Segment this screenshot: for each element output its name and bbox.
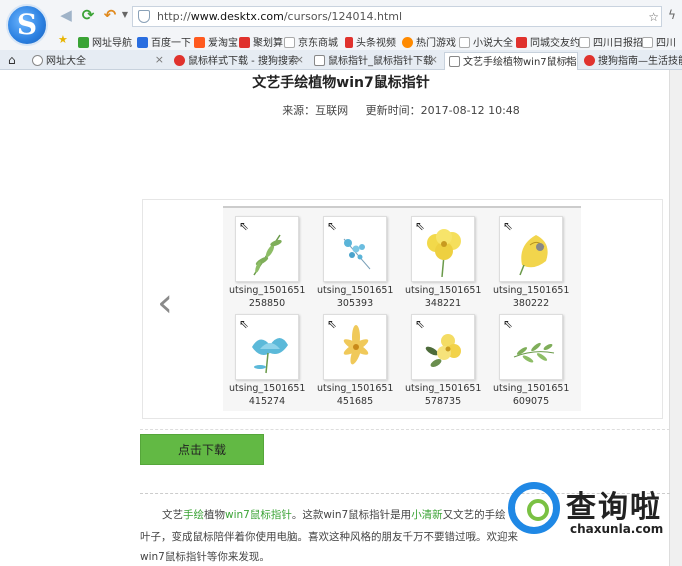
bookmark-item[interactable]: 爱淘宝 bbox=[194, 34, 238, 49]
cursor-thumbnail[interactable]: ⇖ bbox=[235, 314, 299, 380]
chevron-left-icon[interactable]: ‹ bbox=[157, 280, 173, 326]
blue-lotus-icon bbox=[252, 338, 288, 374]
bookmark-bar: ★ 网址导航 百度一下 爱淘宝 聚划算 京东商城 头条视频 热门游戏 小说大全 … bbox=[0, 32, 682, 50]
bookmark-item[interactable]: 四川 bbox=[642, 34, 676, 49]
link-fresh[interactable]: 小清新 bbox=[411, 509, 443, 521]
gallery-item[interactable]: ⇖ utsing_1501651 415274 bbox=[229, 314, 319, 414]
cursor-name: utsing_1501651 609075 bbox=[493, 383, 570, 407]
link-handdrawn[interactable]: 手绘 bbox=[183, 509, 204, 521]
link-win7-cursor[interactable]: win7鼠标指针 bbox=[225, 509, 292, 521]
yellow-lily-icon bbox=[343, 325, 369, 365]
article-paragraph-line3: win7鼠标指针等你来发现。 bbox=[140, 551, 270, 563]
divider bbox=[140, 429, 670, 430]
article-meta: 来源：互联网 更新时间：2017-08-12 10:48 bbox=[0, 102, 682, 118]
download-button[interactable]: 点击下载 bbox=[140, 434, 264, 465]
cursor-name: utsing_1501651 415274 bbox=[229, 383, 306, 407]
cursor-thumbnail[interactable]: ⇖ bbox=[323, 216, 387, 282]
bookmark-item[interactable]: 四川日报招 bbox=[579, 34, 643, 49]
tab-3[interactable]: 文艺手绘植物win7鼠标指 × bbox=[444, 52, 578, 70]
close-icon[interactable]: × bbox=[295, 53, 304, 66]
watermark-text: 查询啦 bbox=[566, 490, 662, 525]
cursor-name: utsing_1501651 348221 bbox=[405, 285, 482, 309]
url-text: http://www.desktx.com/cursors/124014.htm… bbox=[157, 10, 403, 23]
gallery-item[interactable]: ⇖ utsing_1501651 348221 bbox=[405, 216, 495, 316]
cursor-thumbnail[interactable]: ⇖ bbox=[499, 216, 563, 282]
cursor-thumbnail[interactable]: ⇖ bbox=[411, 216, 475, 282]
cursor-name: utsing_1501651 305393 bbox=[317, 285, 394, 309]
tab-bar: ⌂ 网址大全 × 鼠标样式下载 - 搜狗搜索 × 鼠标指针_鼠标指针下载 × 文艺手绘… bbox=[0, 50, 682, 70]
bookmark-item[interactable]: 网址导航 bbox=[78, 34, 132, 49]
yellow-daisy-icon bbox=[425, 334, 461, 367]
bookmark-item[interactable]: 头条视频 bbox=[345, 34, 396, 49]
watermark-logo: 查询啦 chaxunla.com bbox=[508, 482, 678, 540]
refresh-icon[interactable]: ⟳ bbox=[80, 7, 96, 23]
article-source: 来源：互联网 bbox=[282, 104, 349, 117]
back-icon[interactable]: ◀ bbox=[58, 7, 74, 23]
lightning-icon[interactable]: ϟ bbox=[664, 7, 680, 23]
cursor-gallery: ‹ ⇖ utsing_1501651 258850 ⇖ utsing_15016… bbox=[142, 199, 663, 419]
gallery-item[interactable]: ⇖ utsing_1501651 578735 bbox=[405, 314, 495, 414]
yellow-rose-icon bbox=[519, 235, 548, 276]
cursor-thumbnail[interactable]: ⇖ bbox=[323, 314, 387, 380]
article-paragraph-line2: 叶子，变成鼠标陪伴着你使用电脑。喜欢这种风格的朋友千万不要错过哦。欢迎来 bbox=[140, 531, 518, 543]
bookmark-item[interactable]: 同城交友约 bbox=[516, 34, 580, 49]
url-input[interactable]: http://www.desktx.com/cursors/124014.htm… bbox=[132, 6, 662, 27]
bookmark-item[interactable]: 聚划算 bbox=[239, 34, 283, 49]
tab-2[interactable]: 鼠标指针_鼠标指针下载 × bbox=[310, 52, 442, 70]
home-icon[interactable]: ⌂ bbox=[8, 53, 16, 67]
tab-0[interactable]: 网址大全 × bbox=[28, 52, 168, 70]
cursor-name: utsing_1501651 451685 bbox=[317, 383, 394, 407]
bookmark-item[interactable]: 小说大全 bbox=[459, 34, 513, 49]
cursor-thumbnail[interactable]: ⇖ bbox=[235, 216, 299, 282]
green-leaves-icon bbox=[513, 342, 555, 363]
close-icon[interactable]: × bbox=[429, 53, 438, 66]
watermark-url: chaxunla.com bbox=[570, 522, 664, 536]
article-updated: 更新时间：2017-08-12 10:48 bbox=[365, 104, 520, 117]
tab-1[interactable]: 鼠标样式下载 - 搜狗搜索 × bbox=[170, 52, 308, 70]
green-sprig-icon bbox=[253, 234, 282, 276]
undo-icon[interactable]: ↶ bbox=[102, 7, 118, 23]
cursor-name: utsing_1501651 380222 bbox=[493, 285, 570, 309]
blue-blossom-icon bbox=[343, 238, 371, 270]
yellow-flower-icon bbox=[427, 229, 461, 277]
close-icon[interactable]: × bbox=[155, 53, 164, 66]
gallery-item[interactable]: ⇖ utsing_1501651 380222 bbox=[493, 216, 583, 316]
bookmark-star-icon: ★ bbox=[58, 33, 68, 46]
gallery-item[interactable]: ⇖ utsing_1501651 451685 bbox=[317, 314, 407, 414]
article-paragraph: 文艺手绘植物win7鼠标指针。这款win7鼠标指针是用小清新又文艺的手绘 bbox=[162, 509, 506, 521]
gallery-item[interactable]: ⇖ utsing_1501651 305393 bbox=[317, 216, 407, 316]
tab-4[interactable]: 搜狗指南—生活技能 bbox=[580, 52, 682, 70]
browser-logo[interactable]: S bbox=[6, 4, 48, 46]
close-icon[interactable]: × bbox=[564, 54, 573, 67]
shield-icon bbox=[138, 10, 150, 23]
chevron-down-icon[interactable]: ▼ bbox=[117, 7, 133, 23]
magnifier-icon bbox=[508, 482, 560, 534]
bookmark-item[interactable]: 京东商城 bbox=[284, 34, 338, 49]
bookmark-star-icon[interactable]: ☆ bbox=[648, 10, 659, 24]
gallery-grid: ⇖ utsing_1501651 258850 ⇖ utsing_1501651… bbox=[223, 206, 581, 411]
bookmark-item[interactable]: 百度一下 bbox=[137, 34, 191, 49]
cursor-thumbnail[interactable]: ⇖ bbox=[411, 314, 475, 380]
cursor-name: utsing_1501651 578735 bbox=[405, 383, 482, 407]
cursor-name: utsing_1501651 258850 bbox=[229, 285, 306, 309]
page-title: 文艺手绘植物win7鼠标指针 bbox=[252, 75, 430, 91]
gallery-item[interactable]: ⇖ utsing_1501651 609075 bbox=[493, 314, 583, 414]
bookmark-item[interactable]: 热门游戏 bbox=[402, 34, 456, 49]
cursor-thumbnail[interactable]: ⇖ bbox=[499, 314, 563, 380]
address-bar-row: ◀ ⟳ ↶ ▼ http://www.desktx.com/cursors/12… bbox=[0, 0, 682, 32]
gallery-item[interactable]: ⇖ utsing_1501651 258850 bbox=[229, 216, 319, 316]
